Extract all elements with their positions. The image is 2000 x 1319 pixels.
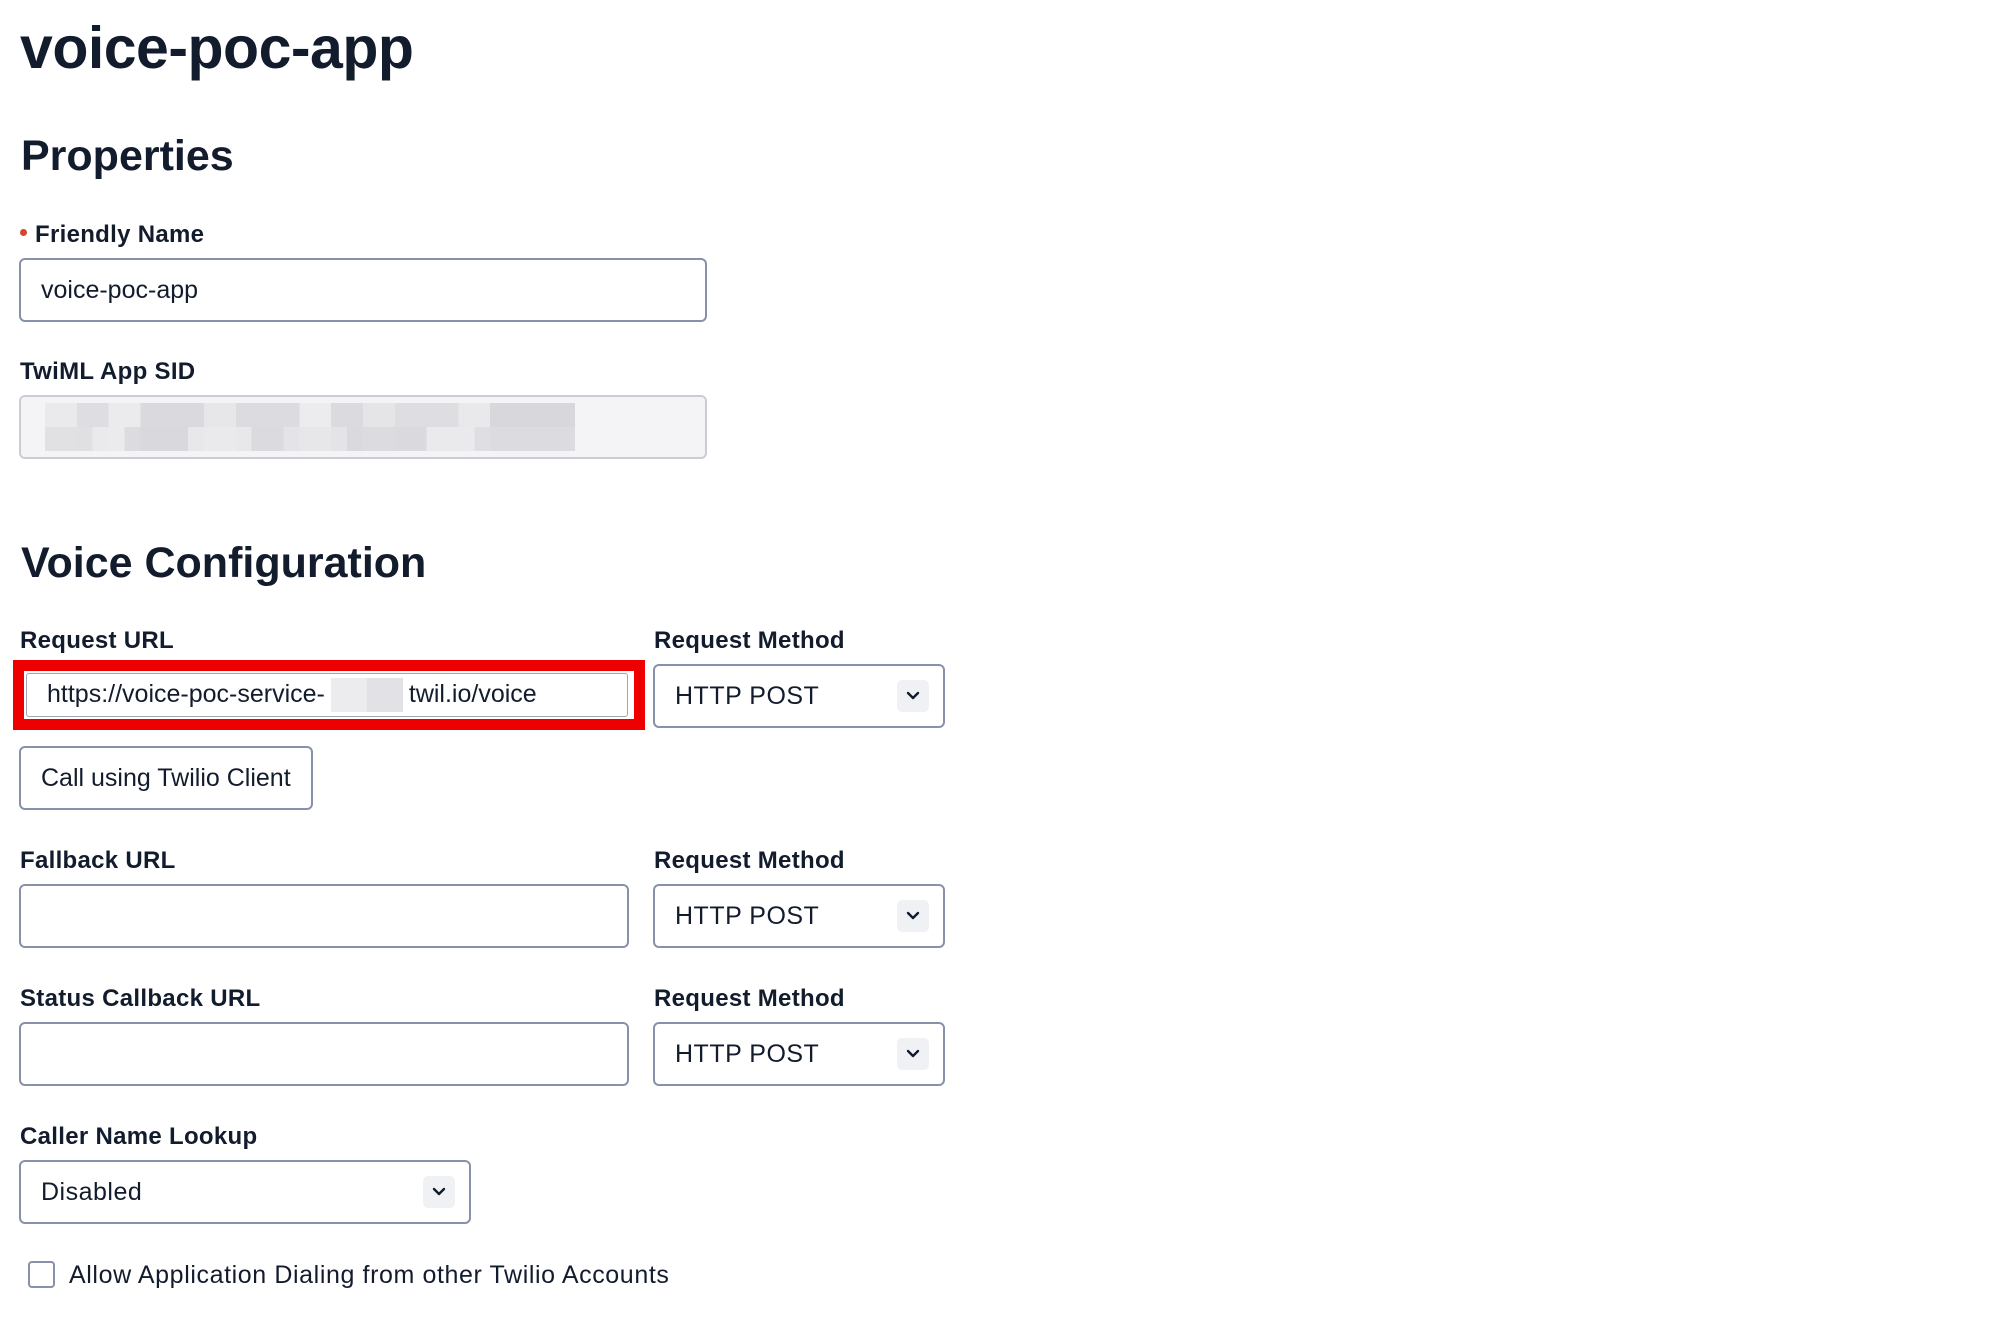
chevron-down-icon — [423, 1176, 455, 1208]
status-callback-method-label: Request Method — [654, 985, 845, 1012]
fallback-url-method-value: HTTP POST — [675, 902, 820, 930]
allow-dialing-label[interactable]: Allow Application Dialing from other Twi… — [69, 1260, 669, 1290]
chevron-down-icon — [897, 1038, 929, 1070]
chevron-down-icon — [897, 680, 929, 712]
request-url-method-label: Request Method — [654, 627, 845, 654]
caller-name-lookup-select[interactable]: Disabled — [19, 1160, 471, 1224]
request-url-label: Request URL — [20, 627, 174, 654]
page-title: voice-poc-app — [20, 15, 414, 81]
caller-name-lookup-label: Caller Name Lookup — [20, 1123, 258, 1150]
friendly-name-value: voice-poc-app — [41, 276, 199, 304]
twiml-app-sid-field — [19, 395, 707, 459]
request-url-method-select[interactable]: HTTP POST — [653, 664, 945, 728]
status-callback-url-label: Status Callback URL — [20, 985, 261, 1012]
friendly-name-input[interactable]: voice-poc-app — [19, 258, 707, 322]
friendly-name-label-text: Friendly Name — [35, 221, 205, 248]
caller-name-lookup-value: Disabled — [41, 1178, 143, 1206]
required-indicator — [20, 229, 27, 237]
redacted-url-segment — [330, 678, 403, 713]
friendly-name-label: Friendly Name — [20, 220, 204, 250]
status-callback-url-input[interactable] — [19, 1022, 629, 1086]
request-url-method-value: HTTP POST — [675, 682, 820, 710]
request-url-input[interactable]: https://voice-poc-service-twil.io/voice — [26, 673, 628, 717]
fallback-url-method-select[interactable]: HTTP POST — [653, 884, 945, 948]
status-callback-method-select[interactable]: HTTP POST — [653, 1022, 945, 1086]
request-url-value-prefix: https://voice-poc-service- — [47, 680, 325, 708]
fallback-url-method-label: Request Method — [654, 847, 845, 874]
allow-dialing-checkbox[interactable] — [28, 1261, 55, 1288]
redacted-sid — [45, 403, 575, 451]
request-url-value-suffix: twil.io/voice — [408, 680, 537, 708]
status-callback-method-value: HTTP POST — [675, 1040, 820, 1068]
properties-heading: Properties — [21, 132, 234, 180]
voice-configuration-heading: Voice Configuration — [21, 539, 427, 587]
fallback-url-input[interactable] — [19, 884, 629, 948]
chevron-down-icon — [897, 900, 929, 932]
fallback-url-label: Fallback URL — [20, 847, 176, 874]
call-using-twilio-client-button[interactable]: Call using Twilio Client — [19, 746, 313, 810]
twiml-app-sid-label: TwiML App SID — [20, 358, 196, 385]
